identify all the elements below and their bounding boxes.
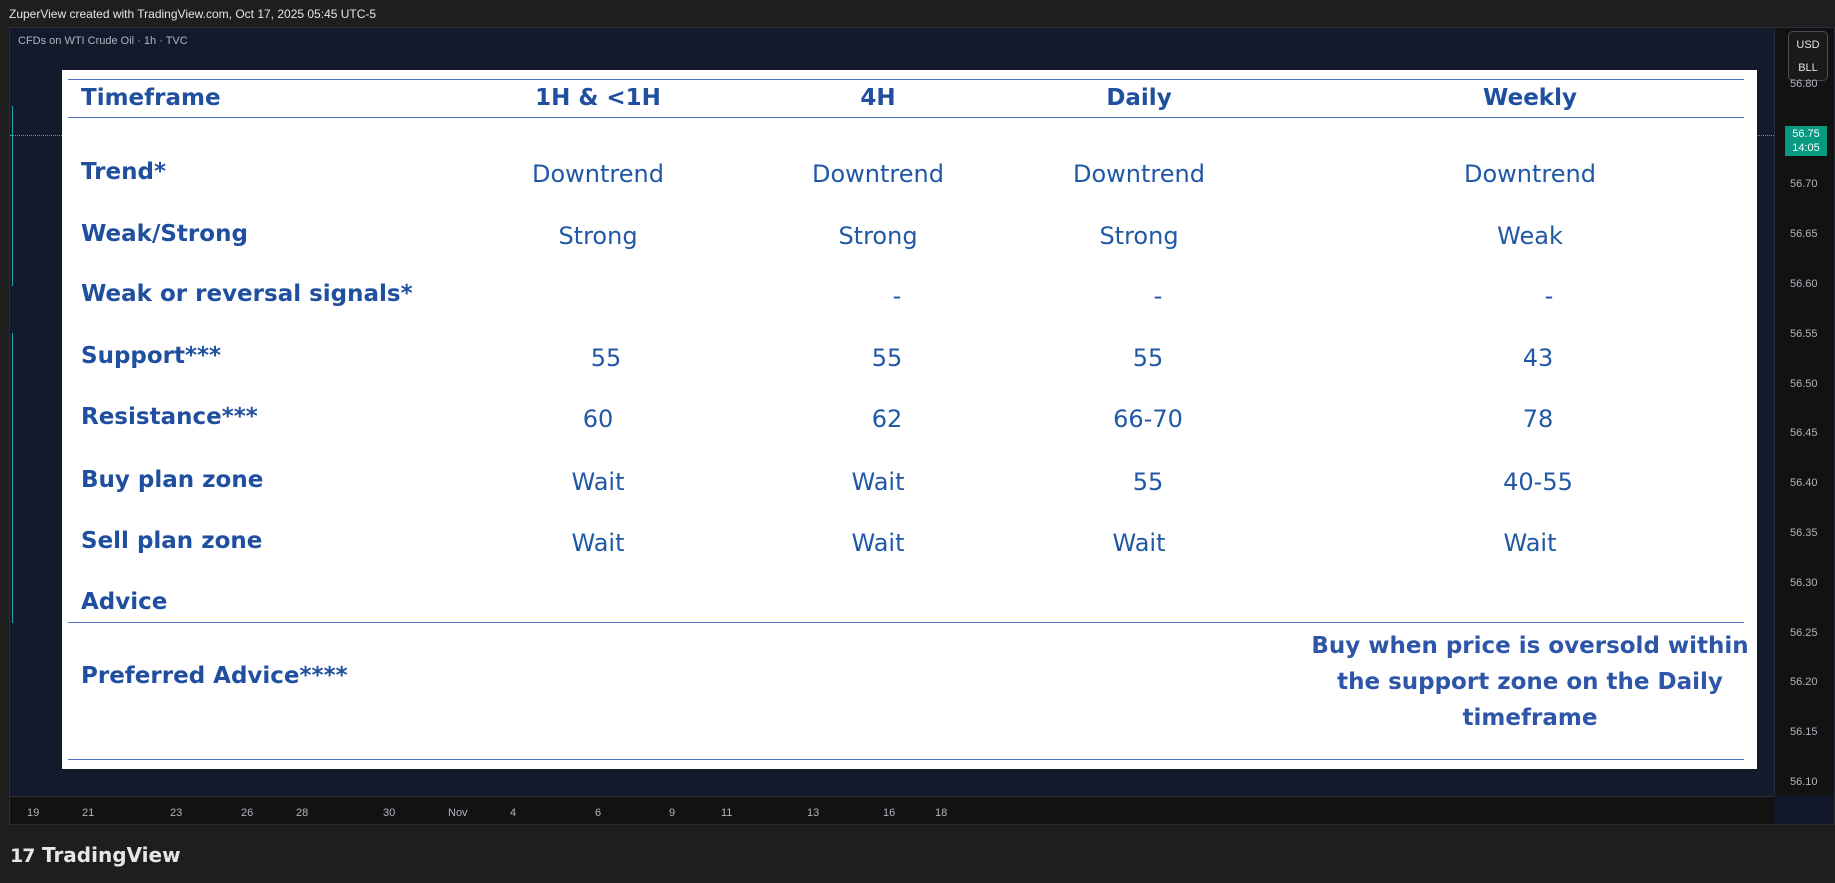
row-label-trend: Trend* <box>81 159 166 185</box>
price-scale[interactable]: USD BLL 56.80 56.75 14:05 56.70 56.65 56… <box>1774 28 1834 796</box>
header-4h: 4H <box>860 85 896 111</box>
time-tick: 23 <box>170 807 183 819</box>
cell-strength-1h: Strong <box>558 222 638 250</box>
brand-name: TradingView <box>42 843 181 867</box>
cell-sell-weekly: Wait <box>1503 529 1557 557</box>
header-weekly: Weekly <box>1483 85 1577 111</box>
price-tick: 56.30 <box>1790 577 1818 589</box>
unit-label: BLL <box>1798 62 1818 74</box>
candle-stub <box>12 106 13 286</box>
row-label-support: Support*** <box>81 343 222 369</box>
bar-countdown: 14:05 <box>1792 142 1820 154</box>
cell-support-4h: 55 <box>871 344 903 372</box>
time-scale[interactable]: 19 21 23 26 28 30 Nov 4 6 9 11 13 16 18 <box>10 796 1774 824</box>
cell-trend-daily: Downtrend <box>1073 160 1205 188</box>
time-tick: 26 <box>241 807 254 819</box>
table-rule <box>68 117 1744 118</box>
price-tick: 56.25 <box>1790 627 1818 639</box>
current-price-value: 56.75 <box>1792 128 1820 140</box>
cell-support-1h: 55 <box>590 344 622 372</box>
snapshot-caption: ZuperView created with TradingView.com, … <box>9 7 377 21</box>
cell-trend-4h: Downtrend <box>812 160 944 188</box>
price-tick: 56.60 <box>1790 278 1818 290</box>
cell-resistance-4h: 62 <box>871 405 903 433</box>
time-tick: 21 <box>82 807 95 819</box>
cell-strength-weekly: Weak <box>1497 222 1563 250</box>
price-tick: 56.70 <box>1790 178 1818 190</box>
time-tick: Nov <box>448 807 468 819</box>
table-rule <box>68 79 1744 80</box>
top-bar: ZuperView created with TradingView.com, … <box>0 0 1835 27</box>
row-label-preferred-advice: Preferred Advice**** <box>81 663 348 689</box>
row-label-reversal: Weak or reversal signals* <box>81 281 413 307</box>
cell-reversal-4h: - <box>892 282 902 310</box>
cell-trend-weekly: Downtrend <box>1464 160 1596 188</box>
current-price-tag: 56.75 14:05 <box>1785 126 1827 156</box>
price-tick: 56.45 <box>1790 427 1818 439</box>
currency-unit-button[interactable]: USD BLL <box>1788 31 1828 81</box>
cell-reversal-daily: - <box>1153 282 1163 310</box>
price-tick: 56.35 <box>1790 527 1818 539</box>
price-tick: 56.55 <box>1790 328 1818 340</box>
cell-resistance-1h: 60 <box>582 405 614 433</box>
row-label-strength: Weak/Strong <box>81 221 248 247</box>
cell-reversal-weekly: - <box>1544 282 1554 310</box>
cell-sell-daily: Wait <box>1112 529 1166 557</box>
price-tick: 56.50 <box>1790 378 1818 390</box>
cell-sell-4h: Wait <box>851 529 905 557</box>
row-label-sell-zone: Sell plan zone <box>81 528 263 554</box>
symbol-legend[interactable]: CFDs on WTI Crude Oil · 1h · TVC <box>18 35 188 47</box>
currency-label: USD <box>1796 39 1820 51</box>
candle-stub <box>12 333 13 623</box>
time-tick: 30 <box>383 807 396 819</box>
time-tick: 16 <box>883 807 896 819</box>
time-tick: 11 <box>721 807 733 819</box>
cell-trend-1h: Downtrend <box>532 160 664 188</box>
header-daily: Daily <box>1106 85 1172 111</box>
table-rule <box>68 759 1744 760</box>
row-label-buy-zone: Buy plan zone <box>81 467 264 493</box>
cell-sell-1h: Wait <box>571 529 625 557</box>
analysis-table-image: Timeframe 1H & <1H 4H Daily Weekly Trend… <box>62 70 1757 769</box>
time-tick: 28 <box>296 807 309 819</box>
cell-buy-daily: 55 <box>1132 468 1164 496</box>
row-label-resistance: Resistance*** <box>81 404 258 430</box>
cell-strength-4h: Strong <box>838 222 918 250</box>
header-1h: 1H & <1H <box>535 85 661 111</box>
price-tick: 56.10 <box>1790 776 1818 788</box>
time-tick: 6 <box>595 807 602 819</box>
price-tick: 56.40 <box>1790 477 1818 489</box>
cell-buy-4h: Wait <box>851 468 905 496</box>
preferred-advice-text: Buy when price is oversold within the su… <box>1311 633 1749 731</box>
price-tick: 56.15 <box>1790 726 1818 738</box>
price-tick: 56.65 <box>1790 228 1818 240</box>
cell-resistance-weekly: 78 <box>1522 405 1554 433</box>
time-tick: 19 <box>27 807 40 819</box>
cell-support-weekly: 43 <box>1522 344 1554 372</box>
time-tick: 18 <box>935 807 948 819</box>
row-label-advice: Advice <box>81 589 168 615</box>
tradingview-logo-icon: 17 <box>10 845 35 867</box>
price-tick: 56.20 <box>1790 676 1818 688</box>
cell-buy-1h: Wait <box>571 468 625 496</box>
header-timeframe: Timeframe <box>81 85 221 111</box>
cell-resistance-daily: 66-70 <box>1113 405 1183 433</box>
cell-support-daily: 55 <box>1132 344 1164 372</box>
cell-strength-daily: Strong <box>1099 222 1179 250</box>
time-tick: 9 <box>669 807 676 819</box>
time-tick: 4 <box>510 807 517 819</box>
table-rule <box>68 622 1744 623</box>
cell-buy-weekly: 40-55 <box>1503 468 1573 496</box>
time-tick: 13 <box>807 807 820 819</box>
price-tick: 56.80 <box>1790 78 1818 90</box>
